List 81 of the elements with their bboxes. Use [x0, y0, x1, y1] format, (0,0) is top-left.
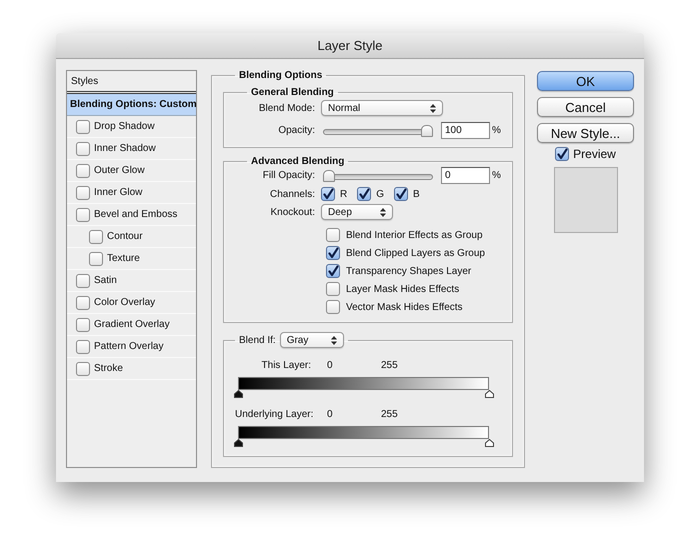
knockout-dropdown[interactable]: Deep [321, 204, 393, 220]
checkbox[interactable] [89, 230, 103, 244]
field-label: Channels: [268, 188, 315, 200]
channel-label: B [413, 188, 420, 200]
checkbox[interactable] [76, 318, 90, 332]
checkbox[interactable] [89, 252, 103, 266]
checkbox[interactable] [76, 296, 90, 310]
blend-if-dropdown[interactable]: Gray [280, 332, 344, 348]
slider-handle[interactable] [234, 390, 243, 398]
style-item[interactable]: Stroke [67, 358, 196, 380]
slider-handle[interactable] [485, 439, 494, 447]
dialog-button[interactable]: New Style... [537, 123, 634, 143]
input-field[interactable]: 100 [441, 122, 490, 139]
percent-label: % [492, 170, 501, 181]
checkbox[interactable] [555, 147, 570, 161]
checkbox[interactable] [394, 187, 408, 201]
section-title: Advanced Blending [250, 156, 346, 167]
option-label: Layer Mask Hides Effects [346, 284, 460, 294]
checkbox[interactable] [76, 274, 90, 288]
checkbox[interactable] [321, 187, 335, 201]
checkbox[interactable] [326, 300, 340, 314]
checkbox[interactable] [76, 120, 90, 134]
stepper-icon [380, 208, 386, 216]
fill-opacity-slider[interactable] [323, 170, 433, 182]
ramp-label: Underlying Layer: [235, 409, 311, 420]
style-item[interactable]: Texture [67, 248, 196, 270]
channel-label: R [340, 188, 348, 200]
channel-label: G [376, 188, 384, 200]
checkbox[interactable] [326, 228, 340, 242]
slider-thumb[interactable] [421, 124, 433, 136]
slider-handle[interactable] [485, 390, 494, 398]
blend-mode-dropdown[interactable]: Normal [321, 100, 443, 116]
checkbox[interactable] [76, 208, 90, 222]
field-label: Opacity: [277, 125, 315, 136]
opacity-slider[interactable] [323, 124, 433, 136]
style-item[interactable]: Satin [67, 270, 196, 292]
dialog-button[interactable]: Cancel [537, 97, 634, 117]
style-item[interactable]: Outer Glow [67, 160, 196, 182]
checkbox[interactable] [357, 187, 372, 201]
dialog-button[interactable]: OK [537, 71, 634, 91]
option-label: Blend Clipped Layers as Group [346, 248, 485, 258]
style-item[interactable]: Drop Shadow [67, 116, 196, 138]
field-label: Fill Opacity: [262, 170, 315, 181]
checkbox[interactable] [76, 362, 90, 376]
checkbox[interactable] [326, 282, 340, 296]
stepper-icon [430, 104, 436, 112]
checkbox[interactable] [76, 340, 90, 354]
option-label: Vector Mask Hides Effects [346, 302, 463, 312]
style-item[interactable]: Inner Shadow [67, 138, 196, 160]
high-value: 255 [380, 409, 399, 420]
section-title: General Blending [250, 87, 335, 98]
style-item[interactable]: Blending Options: Custom [67, 94, 196, 116]
style-item[interactable]: Contour [67, 226, 196, 248]
preview-label: Preview [573, 147, 616, 161]
low-value: 0 [326, 409, 334, 420]
field-label: Blend Mode: [258, 102, 315, 114]
window-title: Layer Style [56, 33, 644, 59]
option-label: Blend Interior Effects as Group [346, 230, 483, 240]
checkbox[interactable] [76, 186, 90, 200]
field-label: Blend If: [239, 334, 276, 346]
section-title: Blending Options [238, 70, 324, 81]
slider-handle[interactable] [234, 439, 243, 447]
field-label: Knockout: [270, 206, 315, 218]
style-item[interactable]: Color Overlay [67, 292, 196, 314]
style-item[interactable]: Gradient Overlay [67, 314, 196, 336]
style-item[interactable]: Inner Glow [67, 182, 196, 204]
stepper-icon [330, 336, 337, 344]
slider-thumb[interactable] [323, 170, 335, 182]
high-value: 255 [380, 360, 399, 371]
checkbox[interactable] [76, 142, 90, 156]
style-item[interactable]: Bevel and Emboss [67, 204, 196, 226]
checkbox[interactable] [326, 264, 340, 278]
percent-label: % [492, 125, 501, 136]
ramp-label: This Layer: [260, 360, 311, 371]
input-field[interactable]: 0 [441, 167, 490, 184]
checkbox[interactable] [76, 164, 90, 178]
checkbox[interactable] [326, 246, 340, 260]
preview-swatch [554, 167, 618, 233]
low-value: 0 [326, 360, 334, 371]
option-label: Transparency Shapes Layer [346, 266, 472, 276]
style-item[interactable]: Pattern Overlay [67, 336, 196, 358]
